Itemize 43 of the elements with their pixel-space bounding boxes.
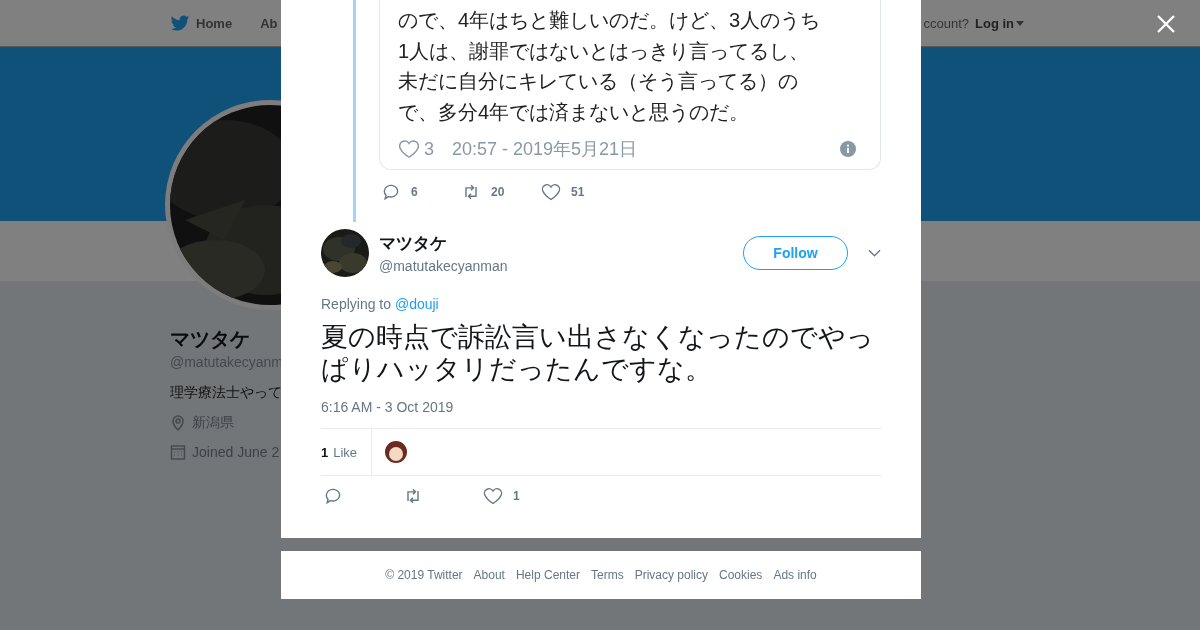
reply-button[interactable]: 6 xyxy=(379,182,437,202)
info-icon xyxy=(840,141,856,157)
mention-link[interactable]: @douji xyxy=(394,296,439,312)
account-prompt: ccount? xyxy=(923,15,969,31)
profile-bio: 理学療法士やって xyxy=(170,384,282,402)
chevron-icon[interactable] xyxy=(868,249,881,257)
login-link[interactable]: Log in xyxy=(975,15,1014,31)
tweet-text: 夏の時点で訴訟言い出さなくなったのでやっぱりハッタリだったんですな。 xyxy=(321,321,875,385)
retweet-button[interactable]: 20 xyxy=(459,182,517,202)
quoted-text-line: ので、4年はちと難しいのだ。けど、3人のうち xyxy=(398,8,822,33)
author-handle: @matutakecyanman xyxy=(379,258,509,274)
location-pin-icon xyxy=(170,415,186,431)
footer-link[interactable]: Ads info xyxy=(773,568,817,582)
bird-icon xyxy=(170,14,190,32)
heart-icon xyxy=(398,138,420,160)
caret-icon xyxy=(1016,20,1024,26)
quoted-text-line: 未だに自分にキレている（そう言ってる）の xyxy=(398,69,799,94)
footer-link[interactable]: Terms xyxy=(591,568,624,582)
home-link[interactable]: Home xyxy=(196,15,233,31)
like-button[interactable]: 51 xyxy=(539,182,597,202)
replying-label: Replying to xyxy=(321,296,392,312)
tweet-timestamp: 6:16 AM - 3 Oct 2019 xyxy=(321,399,455,415)
footer-link[interactable]: Help Center xyxy=(515,568,580,582)
footer-link[interactable]: Privacy policy xyxy=(634,568,708,582)
author-name: マツタケ xyxy=(379,233,448,255)
like-button[interactable]: 1 xyxy=(481,486,539,506)
calendar-icon xyxy=(170,444,186,460)
quoted-timestamp: 20:57 - 2019年5月21日 xyxy=(452,138,639,161)
quoted-text-line: で、多分4年では済まないと思うのだ。 xyxy=(398,99,751,125)
follow-button[interactable]: Follow xyxy=(743,236,848,270)
heart-icon xyxy=(541,182,561,202)
quoted-text-line: 1人は、謝罪ではないとはっきり言ってるし、 xyxy=(398,38,811,64)
avatar-icon[interactable] xyxy=(384,440,409,464)
reply-icon xyxy=(323,486,343,506)
footer-link[interactable]: Cookies xyxy=(719,568,763,582)
footer-link[interactable]: © 2019 Twitter xyxy=(385,568,463,582)
like-stat[interactable]: 1 Like xyxy=(321,429,373,475)
profile-name: マツタケ xyxy=(170,327,250,352)
footer-link[interactable]: About xyxy=(473,568,505,582)
heart-icon xyxy=(483,486,503,506)
quoted-like-count: 3 xyxy=(424,138,434,160)
nav-link[interactable]: Ab xyxy=(260,15,278,31)
reply-icon xyxy=(381,182,401,202)
